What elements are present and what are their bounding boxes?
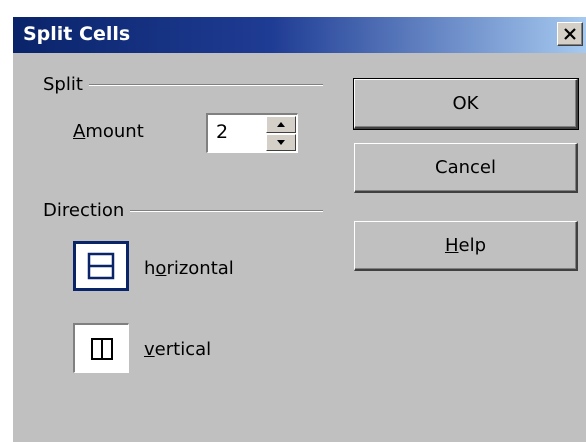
direction-group-label: Direction <box>43 200 131 221</box>
arrow-up-icon <box>277 122 285 127</box>
horizontal-label[interactable]: horizontal <box>144 258 234 279</box>
arrow-down-icon <box>277 140 285 145</box>
split-vertical-icon <box>90 337 113 360</box>
amount-value[interactable]: 2 <box>216 121 228 143</box>
amount-spinbox[interactable]: 2 <box>206 113 298 153</box>
amount-decrement-button[interactable] <box>266 134 296 151</box>
vertical-label[interactable]: vertical <box>144 339 211 360</box>
close-icon <box>564 28 576 40</box>
dialog-title: Split Cells <box>23 23 131 45</box>
cancel-button[interactable]: Cancel <box>354 143 578 193</box>
horizontal-label-hotkey: o <box>155 258 167 279</box>
help-hotkey: H <box>444 235 459 256</box>
title-bar[interactable]: Split Cells <box>13 17 586 53</box>
close-button[interactable] <box>557 22 583 46</box>
vertical-direction-option[interactable] <box>73 323 129 373</box>
horizontal-label-b: rizontal <box>166 258 234 279</box>
help-button[interactable]: Help <box>354 221 578 271</box>
amount-label-rest: mount <box>85 121 144 142</box>
amount-label: Amount <box>73 121 144 142</box>
split-horizontal-icon <box>87 252 115 280</box>
vertical-label-hotkey: v <box>144 339 155 360</box>
split-group-label: Split <box>43 74 89 95</box>
help-label-rest: elp <box>458 235 487 256</box>
ok-button[interactable]: OK <box>353 78 579 130</box>
split-cells-dialog: Split Cells Split Amount 2 Direction hor… <box>12 16 586 442</box>
horizontal-label-a: h <box>144 258 156 279</box>
horizontal-direction-option[interactable] <box>73 241 129 291</box>
amount-increment-button[interactable] <box>266 116 296 133</box>
vertical-label-b: ertical <box>154 339 212 360</box>
